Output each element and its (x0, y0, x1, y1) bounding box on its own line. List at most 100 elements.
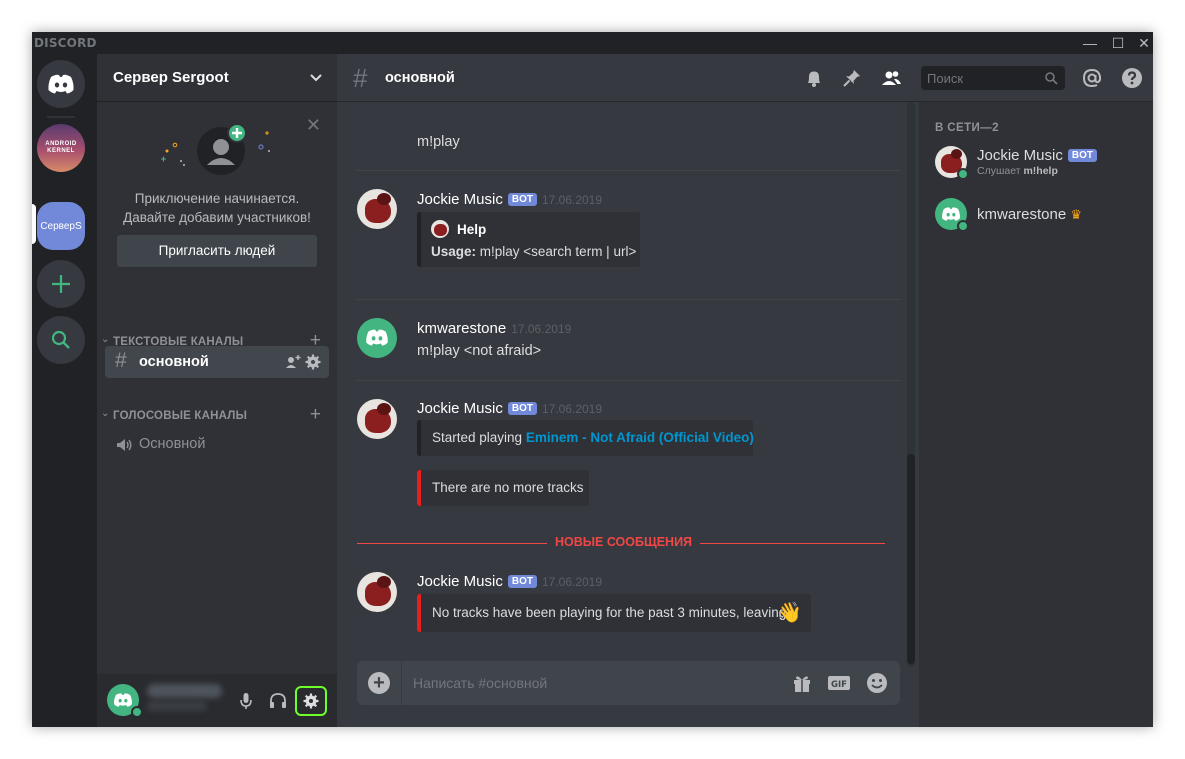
invite-member-icon[interactable] (285, 354, 301, 370)
guild-server-label: СерверS (40, 220, 82, 232)
server-header[interactable]: Сервер Sergoot (97, 54, 337, 102)
search-placeholder: Поиск (927, 71, 964, 86)
member-item[interactable]: Jockie Music BOT Слушает m!help (935, 146, 1145, 186)
member-activity: Слушает m!help (977, 165, 1058, 177)
server-list: ANDROID KERNEL СерверS (32, 54, 90, 727)
channel-osnovnoy-text[interactable]: # основной (105, 346, 329, 378)
message-header: Jockie Music BOT 17.06.2019 (417, 191, 602, 208)
members-list-icon[interactable] (880, 67, 902, 89)
author-name[interactable]: Jockie Music (417, 400, 503, 417)
discord-logo-icon (114, 693, 132, 707)
avatar[interactable] (357, 318, 397, 358)
channel-osnovnoy-voice[interactable]: Основной (105, 430, 329, 460)
microphone-icon[interactable] (234, 689, 258, 713)
scrollbar-thumb[interactable] (907, 454, 915, 664)
invite-panel: ✕ Приключение начинается. Давайте добави… (97, 103, 337, 303)
member-name: kmwarestone (977, 206, 1067, 223)
timestamp: 17.06.2019 (541, 193, 603, 207)
speaker-icon (117, 439, 132, 451)
search-icon (51, 330, 70, 349)
discord-logo-icon (48, 74, 74, 94)
avatar[interactable] (357, 189, 397, 229)
close-icon[interactable]: ✕ (306, 115, 321, 136)
gear-icon[interactable] (305, 354, 321, 370)
timestamp: 17.06.2019 (511, 322, 572, 336)
search-icon (1045, 72, 1058, 85)
chat-area: # основной Поиск m!play Jockie Music BOT 1… (337, 54, 1153, 727)
activity-prefix: Слушает (977, 165, 1024, 177)
member-item[interactable]: kmwarestone ♛ (935, 198, 1145, 238)
plus-icon (52, 275, 70, 293)
attach-plus-icon[interactable]: + (368, 672, 390, 694)
message-header: Jockie Music BOT 17.06.2019 (417, 573, 602, 590)
member-list: В СЕТИ—2 Jockie Music BOT Слушает m!help … (919, 102, 1153, 727)
gift-icon[interactable] (790, 672, 814, 694)
svg-text:GIF: GIF (831, 680, 847, 690)
message-divider (357, 380, 901, 381)
embed-text: There are no more tracks (432, 480, 584, 495)
guild-android-kernel[interactable]: ANDROID KERNEL (37, 124, 85, 172)
message-divider (357, 170, 901, 171)
home-button[interactable] (37, 60, 85, 108)
online-header: В СЕТИ—2 (935, 122, 999, 134)
discord-logo-icon (366, 329, 388, 346)
guild-android-kernel-label: ANDROID KERNEL (45, 141, 77, 154)
bot-badge: BOT (507, 402, 537, 415)
avatar[interactable] (357, 399, 397, 439)
online-status-dot (957, 220, 969, 232)
add-server-button[interactable] (37, 260, 85, 308)
add-channel-icon[interactable]: + (310, 404, 321, 426)
bot-badge: BOT (507, 575, 537, 588)
avatar[interactable] (357, 572, 397, 612)
embed-text: No tracks have been playing for the past… (432, 605, 787, 620)
activity-name: m!help (1023, 165, 1058, 177)
member-name-line: kmwarestone ♛ (977, 206, 1082, 223)
gif-icon[interactable]: GIF (827, 672, 851, 694)
mentions-icon[interactable] (1081, 67, 1103, 89)
search-input[interactable]: Поиск (921, 66, 1065, 90)
channel-name: основной (139, 354, 209, 370)
author-name[interactable]: kmwarestone (417, 320, 506, 337)
category-voice-channels[interactable]: ⌄ ГОЛОСОВЫЕ КАНАЛЫ + (97, 404, 337, 427)
invite-people-button[interactable]: Пригласить людей (117, 235, 317, 267)
category-voice-label: ГОЛОСОВЫЕ КАНАЛЫ (113, 410, 248, 422)
embed-now-playing: Started playing Eminem - Not Afraid (Off… (417, 420, 754, 456)
gear-icon (303, 693, 319, 709)
online-status-dot (131, 706, 143, 718)
message-text: m!play <not afraid> (417, 343, 542, 359)
help-icon[interactable] (1121, 67, 1143, 89)
online-status-dot (957, 168, 969, 180)
embed-prefix: Started playing (432, 430, 526, 445)
guild-server-sergoot[interactable]: СерверS (37, 202, 85, 250)
invite-illustration (161, 123, 270, 175)
author-name[interactable]: Jockie Music (417, 191, 503, 208)
message-input[interactable]: Написать #основной (413, 675, 547, 691)
chevron-down-icon (310, 74, 322, 82)
timestamp: 17.06.2019 (541, 575, 603, 589)
message-divider (357, 299, 901, 300)
message-header: Jockie Music BOT 17.06.2019 (417, 400, 602, 417)
user-panel (97, 674, 337, 727)
close-button[interactable]: ✕ (1127, 32, 1153, 54)
emoji-icon[interactable] (865, 672, 889, 694)
track-link[interactable]: Eminem - Not Afraid (Official Video) (526, 430, 754, 445)
server-name: Сервер Sergoot (113, 69, 229, 86)
embed-usage: Usage: m!play <search term | url> (431, 244, 636, 259)
member-name: Jockie Music (977, 147, 1063, 164)
embed-no-more-tracks: There are no more tracks (417, 470, 589, 506)
user-settings-button[interactable] (295, 686, 327, 716)
voice-channel-name: Основной (139, 436, 206, 452)
bot-badge: BOT (507, 193, 537, 206)
explore-servers-button[interactable] (37, 316, 85, 364)
bell-icon[interactable] (803, 67, 825, 89)
chevron-down-icon: ⌄ (101, 408, 110, 419)
hash-icon: # (115, 349, 127, 372)
headphones-icon[interactable] (266, 689, 290, 713)
pin-icon[interactable] (841, 67, 863, 89)
crown-icon: ♛ (1070, 207, 1083, 222)
member-name-line: Jockie Music BOT (977, 147, 1097, 164)
author-name[interactable]: Jockie Music (417, 573, 503, 590)
chevron-down-icon: ⌄ (101, 334, 110, 345)
embed-text: Started playing Eminem - Not Afraid (Off… (432, 430, 754, 445)
user-tag-blurred (147, 701, 207, 711)
